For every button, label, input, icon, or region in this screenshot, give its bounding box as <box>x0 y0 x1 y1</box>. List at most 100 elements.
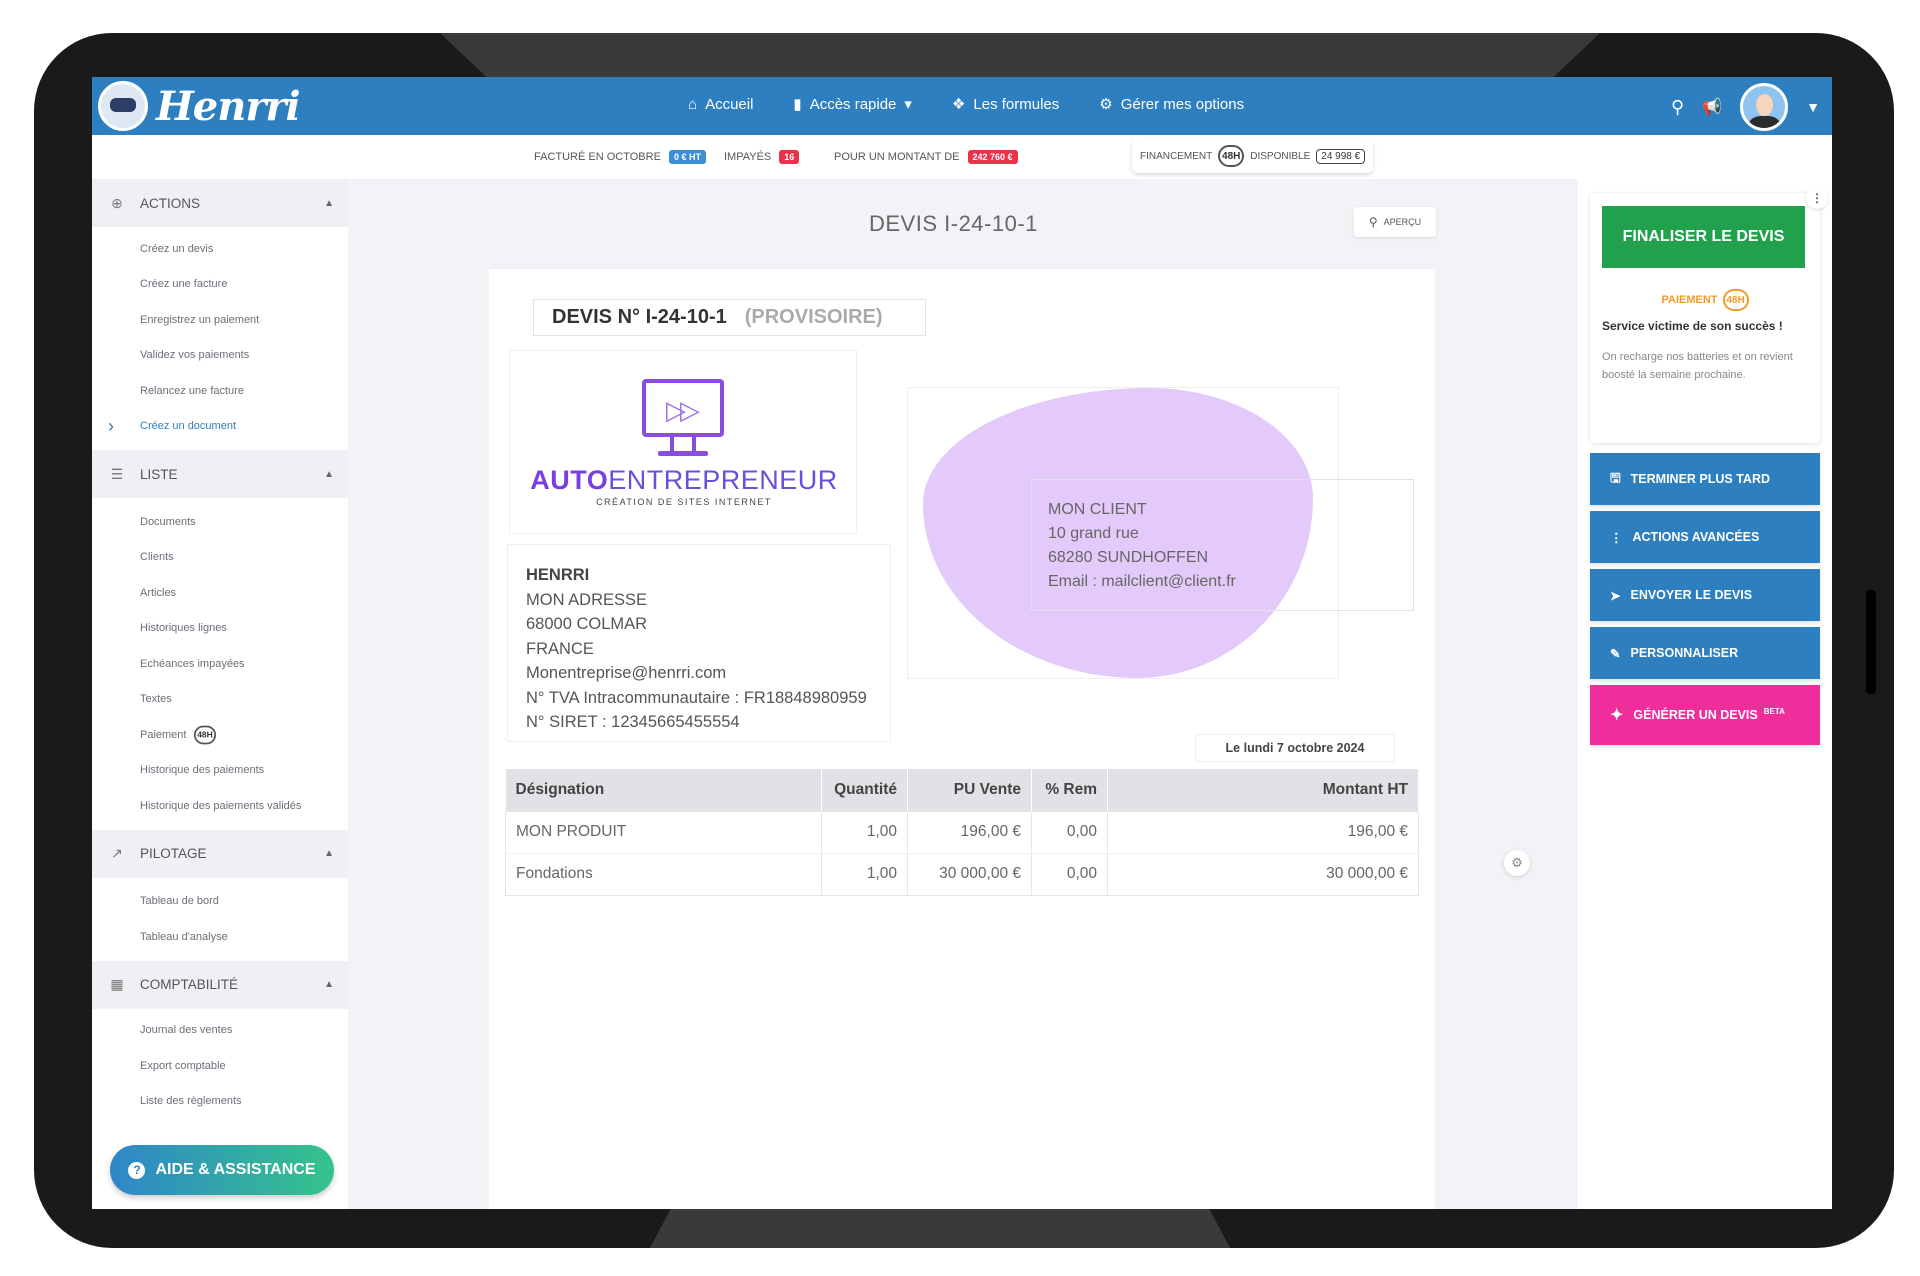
table-row[interactable]: Fondations 1,00 30 000,00 € 0,00 30 000,… <box>505 853 1419 895</box>
devis-header[interactable]: DEVIS N° I-24-10-1 (PROVISOIRE) <box>533 299 926 336</box>
sidebar-item-creez-facture[interactable]: Créez une facture <box>92 267 348 303</box>
cell-quantite[interactable]: 1,00 <box>821 811 908 854</box>
cell-montant-ht: 196,00 € <box>1107 811 1419 854</box>
section-actions[interactable]: ⊕ ACTIONS ▲ <box>92 179 348 227</box>
sidebar-item-clients[interactable]: Clients <box>92 540 348 576</box>
sidebar-item-relancez-facture[interactable]: Relancez une facture <box>92 373 348 409</box>
sender-line: FRANCE <box>526 639 594 658</box>
megaphone-icon[interactable]: 📢 <box>1702 97 1722 117</box>
sender-line: MON ADRESSE <box>526 590 648 609</box>
actions-avancees-label: ACTIONS AVANCÉES <box>1632 530 1760 544</box>
aide-assistance-label: AIDE & ASSISTANCE <box>155 1161 316 1178</box>
stat-financement-label: FINANCEMENT <box>1140 150 1213 162</box>
envoyer-devis-button[interactable]: ➤ ENVOYER LE DEVIS <box>1590 569 1820 621</box>
sender-address[interactable]: HENRRI MON ADRESSE 68000 COLMAR FRANCE M… <box>507 544 891 742</box>
sidebar-item-tableau-bord[interactable]: Tableau de bord <box>92 884 348 920</box>
sidebar-item-paiement[interactable]: Paiement 48H <box>92 717 348 753</box>
kebab-menu-icon[interactable]: ⋮ <box>1806 187 1828 209</box>
cell-rem[interactable]: 0,00 <box>1031 853 1108 895</box>
cell-rem[interactable]: 0,00 <box>1031 811 1108 854</box>
sidebar-item-historiques-lignes[interactable]: Historiques lignes <box>92 611 348 647</box>
chevron-down-icon[interactable]: ▼ <box>1806 99 1820 115</box>
cell-designation[interactable]: MON PRODUIT <box>505 811 822 854</box>
sidebar-item-paiement-label: Paiement <box>140 728 187 741</box>
nav-acces-rapide-label: Accès rapide <box>809 95 897 113</box>
service-notice-text: On recharge nos batteries et on revient … <box>1602 351 1793 381</box>
sidebar-item-creez-devis[interactable]: Créez un devis <box>92 231 348 267</box>
apercu-label: APERÇU <box>1383 217 1422 227</box>
actions-avancees-button[interactable]: ⋮ ACTIONS AVANCÉES <box>1590 511 1820 563</box>
section-comptabilite[interactable]: ▦ COMPTABILITÉ ▲ <box>92 960 348 1009</box>
cell-pu-vente[interactable]: 30 000,00 € <box>907 853 1032 895</box>
sidebar-item-textes[interactable]: Textes <box>92 682 348 718</box>
caret-up-icon: ▲ <box>324 979 334 990</box>
vertical-dots-icon: ⋮ <box>1610 530 1623 545</box>
section-comptabilite-title: COMPTABILITÉ <box>140 977 239 992</box>
nav-accueil[interactable]: ⌂ Accueil <box>688 95 753 113</box>
tablet-side-button <box>1866 590 1876 694</box>
nav-formules[interactable]: ❖ Les formules <box>952 95 1060 114</box>
section-pilotage[interactable]: ↗ PILOTAGE ▲ <box>92 829 348 878</box>
finaliser-devis-button[interactable]: FINALISER LE DEVIS <box>1602 206 1805 268</box>
table-row[interactable]: MON PRODUIT 1,00 196,00 € 0,00 196,00 € <box>505 811 1419 854</box>
sidebar-item-liste-reglements[interactable]: Liste des règlements <box>92 1084 348 1120</box>
app-screen: Henrri ⌂ Accueil ▮ Accès rapide ▾ ❖ Les … <box>92 77 1832 1209</box>
client-address[interactable]: MON CLIENT 10 grand rue 68280 SUNDHOFFEN… <box>1031 479 1414 611</box>
robot-logo-icon <box>98 81 148 131</box>
status-bar: FACTURÉ EN OCTOBRE 0 € HT IMPAYÉS 16 POU… <box>92 135 1832 179</box>
stat-disponible-label: DISPONIBLE <box>1250 150 1311 162</box>
sidebar-item-echeances-impayees[interactable]: Echéances impayées <box>92 646 348 682</box>
terminer-plus-tard-button[interactable]: 🖫 TERMINER PLUS TARD <box>1590 453 1820 505</box>
company-logo-tagline: CRÉATION DE SITES INTERNET <box>596 497 772 507</box>
nav-formules-label: Les formules <box>973 95 1060 113</box>
personnaliser-button[interactable]: ✎ PERSONNALISER <box>1590 627 1820 679</box>
devis-date[interactable]: Le lundi 7 octobre 2024 <box>1195 734 1395 762</box>
sidebar-item-tableau-analyse[interactable]: Tableau d'analyse <box>92 919 348 955</box>
sidebar-item-historique-paiements[interactable]: Historique des paiements <box>92 753 348 789</box>
company-logo-box[interactable]: ▷▷ AUTOENTREPRENEUR CRÉATION DE SITES IN… <box>509 350 857 534</box>
sidebar-item-documents[interactable]: Documents <box>92 504 348 540</box>
stat-facture: FACTURÉ EN OCTOBRE 0 € HT <box>534 150 706 164</box>
envoyer-devis-label: ENVOYER LE DEVIS <box>1630 588 1753 602</box>
stat-impayes-badge: 16 <box>779 150 800 164</box>
monitor-icon: ▷▷ <box>642 379 724 437</box>
stat-impayes[interactable]: IMPAYÉS 16 <box>724 150 800 164</box>
stat-facture-label: FACTURÉ EN OCTOBRE <box>534 151 661 163</box>
client-name: MON CLIENT <box>1048 501 1147 518</box>
cell-designation[interactable]: Fondations <box>505 853 822 895</box>
nav-acces-rapide[interactable]: ▮ Accès rapide ▾ <box>793 95 912 114</box>
caret-up-icon: ▲ <box>324 197 334 209</box>
sidebar-item-historique-paiements-valides[interactable]: Historique des paiements validés <box>92 788 348 824</box>
avatar[interactable] <box>1740 83 1789 131</box>
henrri-logo[interactable]: Henrri <box>98 81 301 131</box>
generer-devis-button[interactable]: ✦ GÉNÉRER UN DEVIS BETA <box>1590 685 1820 745</box>
sender-tva: N° TVA Intracommunautaire : FR1884898095… <box>526 688 867 707</box>
sidebar-item-articles[interactable]: Articles <box>92 575 348 611</box>
stat-montant-label: POUR UN MONTANT DE <box>834 151 960 163</box>
sidebar-item-export-comptable[interactable]: Export comptable <box>92 1048 348 1084</box>
search-icon: ⚲ <box>1368 215 1378 229</box>
apercu-button[interactable]: ⚲ APERÇU <box>1354 207 1436 237</box>
search-icon[interactable]: ⚲ <box>1671 97 1684 118</box>
sidebar-item-enregistrez-paiement[interactable]: Enregistrez un paiement <box>92 302 348 338</box>
finaliser-card: ⋮ FINALISER LE DEVIS PAIEMENT 48H Servic… <box>1590 187 1828 443</box>
chevron-down-icon: ▾ <box>904 96 912 113</box>
nav-options[interactable]: ⚙ Gérer mes options <box>1099 95 1244 114</box>
col-quantite: Quantité <box>821 769 908 811</box>
section-liste[interactable]: ☰ LISTE ▲ <box>92 450 348 498</box>
list-icon: ☰ <box>110 465 124 482</box>
sidebar-item-journal-ventes[interactable]: Journal des ventes <box>92 1013 348 1049</box>
top-navbar: Henrri ⌂ Accueil ▮ Accès rapide ▾ ❖ Les … <box>92 77 1832 135</box>
pencil-icon: ✎ <box>1610 646 1621 661</box>
sidebar-item-validez-paiements[interactable]: Validez vos paiements <box>92 338 348 374</box>
aide-assistance-button[interactable]: ? AIDE & ASSISTANCE <box>110 1145 334 1195</box>
nav-accueil-label: Accueil <box>705 95 754 113</box>
cell-pu-vente[interactable]: 196,00 € <box>907 811 1032 854</box>
sender-line: 68000 COLMAR <box>526 615 648 633</box>
nav-right-icons: ⚲ 📢 ▼ <box>1671 83 1820 131</box>
section-liste-title: LISTE <box>140 466 178 482</box>
cell-quantite[interactable]: 1,00 <box>821 853 908 895</box>
table-settings-gear-icon[interactable]: ⚙ <box>1504 850 1530 876</box>
sidebar-item-creez-document[interactable]: Créez un document <box>92 409 348 445</box>
stat-financement[interactable]: FINANCEMENT 48H DISPONIBLE 24 998 € <box>1132 139 1374 173</box>
